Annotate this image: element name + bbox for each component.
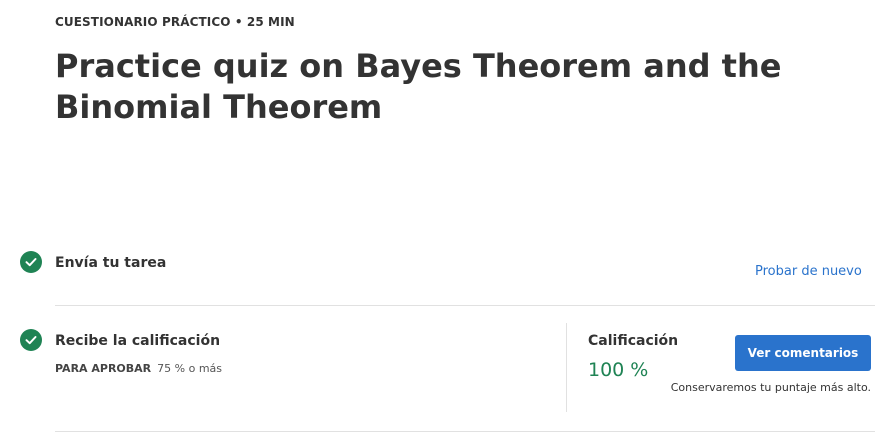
check-circle-icon	[20, 251, 42, 273]
quiz-meta-eyebrow: CUESTIONARIO PRÁCTICO • 25 MIN	[55, 15, 295, 29]
grade-label: Calificación	[588, 333, 679, 349]
section-divider	[55, 305, 875, 306]
check-circle-icon	[20, 329, 42, 351]
page-title: Practice quiz on Bayes Theorem and the B…	[55, 47, 782, 126]
pass-requirement-key: PARA APROBAR	[55, 362, 152, 375]
section-divider-bottom	[55, 431, 875, 432]
step-submit-label: Envía tu tarea	[55, 255, 167, 271]
view-feedback-button[interactable]: Ver comentarios	[735, 335, 871, 371]
grade-vertical-divider	[566, 323, 567, 412]
keep-highest-score-note: Conservaremos tu puntaje más alto.	[670, 381, 871, 394]
step-grade-label: Recibe la calificación	[55, 333, 221, 349]
pass-requirement-value: 75 % o más	[157, 362, 223, 375]
pass-requirement: PARA APROBAR 75 % o más	[55, 362, 222, 375]
grade-value: 100 %	[588, 359, 649, 381]
checkmark-icon	[25, 336, 37, 345]
checkmark-icon	[25, 258, 37, 267]
retry-link[interactable]: Probar de nuevo	[755, 264, 862, 279]
